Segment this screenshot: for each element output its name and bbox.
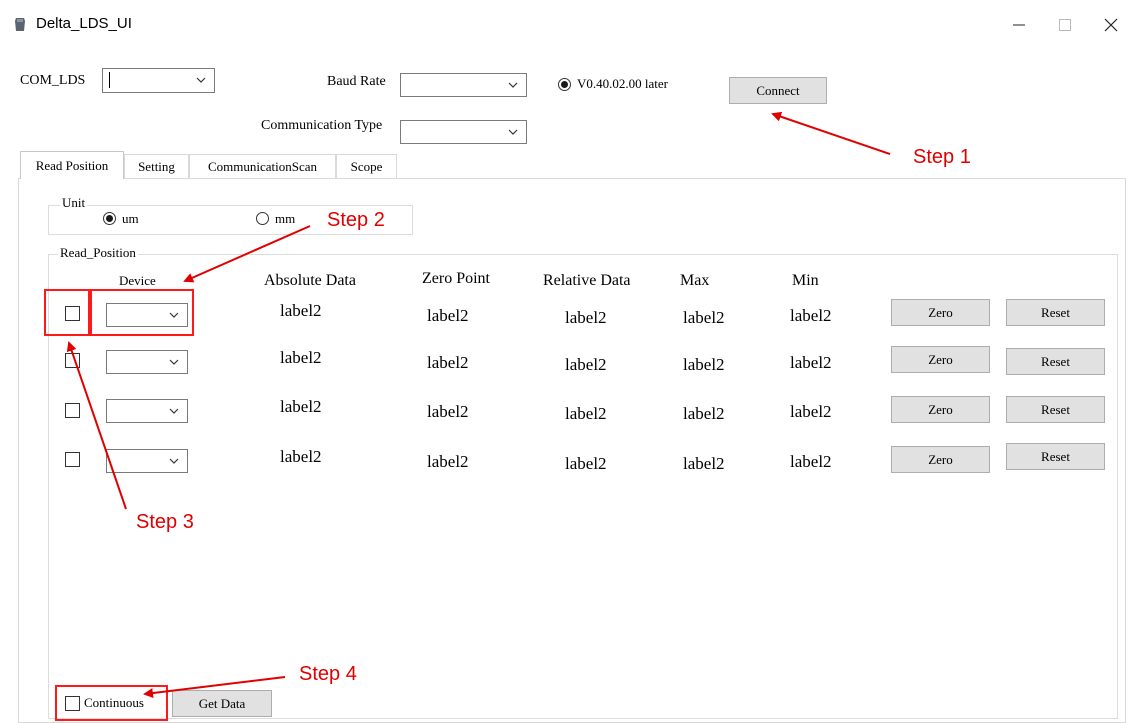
row-2-checkbox[interactable] — [65, 353, 80, 368]
get-data-button[interactable]: Get Data — [172, 690, 272, 717]
app-icon — [15, 18, 25, 31]
connect-button[interactable]: Connect — [729, 77, 827, 104]
com-lds-combo[interactable] — [102, 68, 215, 93]
row-3-min: label2 — [790, 402, 832, 421]
unit-um-label: um — [122, 211, 139, 226]
row-1-max: label2 — [683, 308, 725, 327]
title-bar: Delta_LDS_UI — [0, 0, 1135, 50]
text-caret — [109, 72, 110, 88]
chevron-down-icon — [169, 458, 179, 464]
row-2-absolute: label2 — [280, 348, 322, 367]
row-2-zero-point: label2 — [427, 353, 469, 372]
close-button[interactable] — [1088, 8, 1134, 42]
row-1-min: label2 — [790, 306, 832, 325]
close-icon — [1104, 18, 1118, 32]
step3-label: Step 3 — [136, 511, 194, 533]
row-3-absolute: label2 — [280, 397, 322, 416]
maximize-button[interactable] — [1042, 8, 1088, 42]
row-4-zero-button[interactable]: Zero — [891, 446, 990, 473]
maximize-icon — [1059, 19, 1071, 31]
unit-mm-radio[interactable] — [256, 212, 269, 225]
unit-group-title: Unit — [60, 195, 88, 211]
header-device: Device — [119, 273, 156, 288]
row-4-checkbox[interactable] — [65, 452, 80, 467]
chevron-down-icon — [196, 77, 206, 83]
chevron-down-icon — [169, 408, 179, 414]
row-3-max: label2 — [683, 404, 725, 423]
row-1-zero-button[interactable]: Zero — [891, 299, 990, 326]
row-1-absolute: label2 — [280, 301, 322, 320]
baud-rate-label: Baud Rate — [327, 74, 386, 89]
unit-mm-label: mm — [275, 211, 296, 226]
step2-label: Step 2 — [327, 209, 385, 231]
version-radio-label: V0.40.02.00 later — [577, 76, 668, 91]
row-4-reset-button[interactable]: Reset — [1006, 443, 1105, 470]
header-max: Max — [680, 272, 710, 289]
header-zero-point: Zero Point — [422, 270, 490, 287]
version-radio[interactable] — [558, 78, 571, 91]
row-3-zero-button[interactable]: Zero — [891, 396, 990, 423]
minimize-icon — [1013, 24, 1025, 26]
step1-arrow — [771, 111, 891, 155]
row-4-absolute: label2 — [280, 447, 322, 466]
communication-type-label: Communication Type — [261, 118, 383, 133]
row-4-max: label2 — [683, 454, 725, 473]
tab-communication-scan[interactable]: CommunicationScan — [189, 154, 336, 178]
window-title: Delta_LDS_UI — [36, 15, 132, 32]
step4-label: Step 4 — [299, 663, 357, 685]
row-4-zero-point: label2 — [427, 452, 469, 471]
row-3-device-combo[interactable] — [106, 399, 188, 423]
row-4-relative: label2 — [565, 454, 607, 473]
tab-setting[interactable]: Setting — [124, 154, 189, 178]
row-3-checkbox[interactable] — [65, 403, 80, 418]
communication-type-combo[interactable] — [400, 120, 527, 144]
header-absolute-data: Absolute Data — [264, 272, 356, 289]
step3-highlight-box — [44, 289, 90, 336]
row-2-zero-button[interactable]: Zero — [891, 346, 990, 373]
tab-read-position[interactable]: Read Position — [20, 151, 124, 179]
row-3-reset-button[interactable]: Reset — [1006, 396, 1105, 423]
com-lds-label: COM_LDS — [20, 73, 86, 88]
row-2-max: label2 — [683, 355, 725, 374]
chevron-down-icon — [508, 82, 518, 88]
step2-highlight-box — [90, 289, 194, 336]
step4-highlight-box — [55, 685, 168, 721]
row-1-reset-button[interactable]: Reset — [1006, 299, 1105, 326]
row-3-zero-point: label2 — [427, 402, 469, 421]
row-1-relative: label2 — [565, 308, 607, 327]
row-2-reset-button[interactable]: Reset — [1006, 348, 1105, 375]
chevron-down-icon — [169, 359, 179, 365]
chevron-down-icon — [508, 129, 518, 135]
header-relative-data: Relative Data — [543, 272, 631, 289]
row-2-device-combo[interactable] — [106, 350, 188, 374]
row-2-min: label2 — [790, 353, 832, 372]
row-4-min: label2 — [790, 452, 832, 471]
row-3-relative: label2 — [565, 404, 607, 423]
read-position-group-title: Read_Position — [58, 245, 138, 261]
minimize-button[interactable] — [996, 8, 1042, 42]
row-4-device-combo[interactable] — [106, 449, 188, 473]
tab-scope[interactable]: Scope — [336, 154, 397, 178]
unit-um-radio[interactable] — [103, 212, 116, 225]
baud-rate-combo[interactable] — [400, 73, 527, 97]
row-2-relative: label2 — [565, 355, 607, 374]
header-min: Min — [792, 272, 819, 289]
step1-label: Step 1 — [913, 146, 971, 168]
row-1-zero-point: label2 — [427, 306, 469, 325]
